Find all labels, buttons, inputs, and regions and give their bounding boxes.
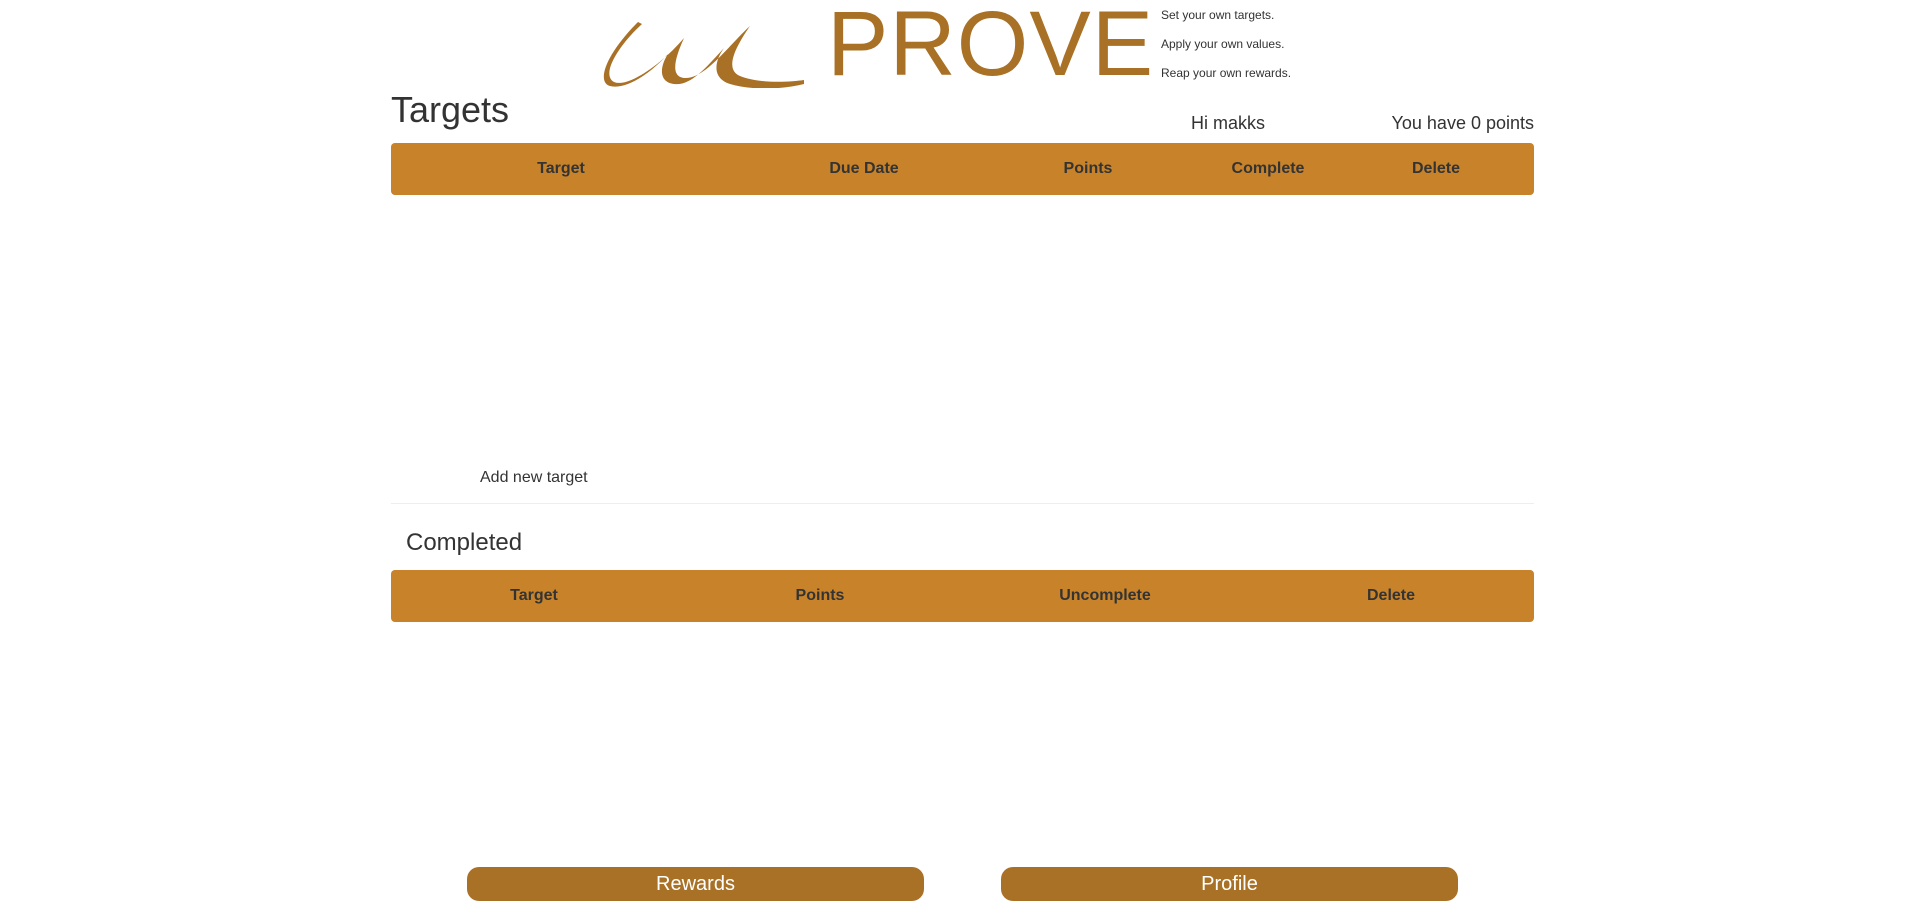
completed-table-header: Target Points Uncomplete Delete [391,570,1534,622]
brand-name: PROVE [827,0,1155,95]
tagline-list: Set your own targets. Apply your own val… [1161,8,1291,95]
section-divider [391,503,1534,504]
cursive-u-logo-icon [603,22,804,88]
column-header-due-date: Due Date [829,160,899,177]
column-header-points: Points [795,587,845,604]
column-header-uncomplete: Uncomplete [1059,587,1151,604]
tagline: Apply your own values. [1161,37,1285,51]
points-summary: You have 0 points [1391,113,1534,133]
app-logo: PROVE [600,0,1154,90]
completed-table-body [391,622,1534,862]
column-header-delete: Delete [1366,587,1416,604]
add-new-target-link[interactable]: Add new target [480,468,588,488]
column-header-delete: Delete [1411,160,1461,177]
tagline: Reap your own rewards. [1161,66,1292,80]
targets-table-body [391,195,1534,455]
column-header-points: Points [1063,160,1113,177]
targets-table-header: Target Due Date Points Complete Delete [391,143,1534,195]
page: PROVE Set your own targets. Apply your o… [0,0,1920,903]
rewards-button[interactable]: Rewards [467,867,924,901]
column-header-target: Target [510,587,558,604]
profile-button[interactable]: Profile [1001,867,1458,901]
tagline: Set your own targets. [1161,8,1275,22]
completed-title: Completed [406,529,523,556]
page-title: Targets [391,89,510,130]
column-header-target: Target [537,160,585,177]
user-greeting: Hi makks [1191,113,1266,133]
column-header-complete: Complete [1231,160,1305,177]
